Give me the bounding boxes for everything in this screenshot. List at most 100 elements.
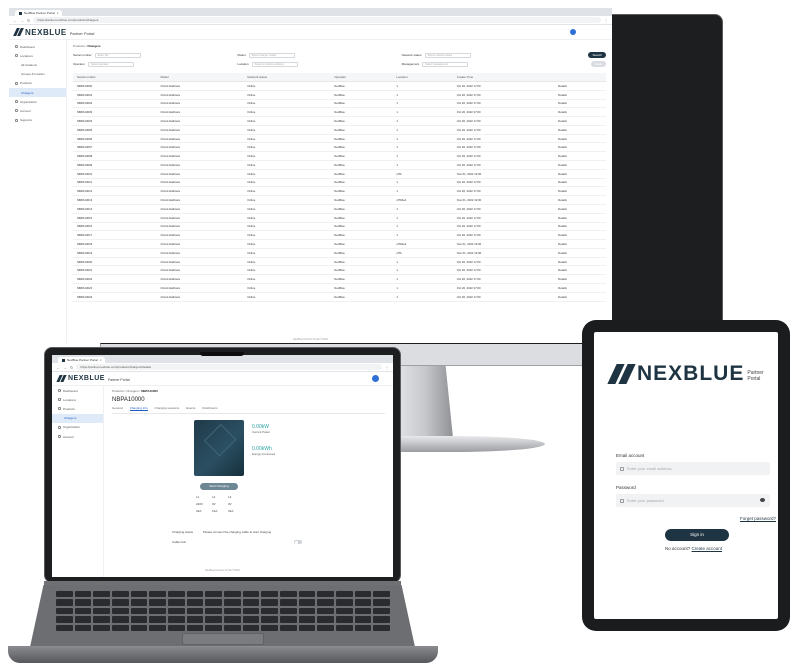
- details-link[interactable]: Details: [554, 222, 606, 232]
- keyboard-key: [298, 624, 316, 631]
- phase-metric: L3: [228, 495, 232, 499]
- breadcrumb: Products / Chargers / NBPA10000: [112, 389, 158, 393]
- sidebar-item-locations[interactable]: Locations: [9, 51, 66, 60]
- tab-events[interactable]: Events: [186, 406, 195, 411]
- details-link[interactable]: Details: [554, 213, 606, 223]
- avatar[interactable]: [570, 29, 576, 35]
- table-cell: Online: [243, 257, 331, 267]
- details-link[interactable]: Details: [554, 107, 606, 118]
- tab-charging-info[interactable]: Charging info: [129, 406, 148, 411]
- details-link[interactable]: Details: [554, 204, 606, 214]
- details-link[interactable]: Details: [554, 99, 606, 109]
- close-icon[interactable]: ×: [57, 11, 59, 15]
- cable-lock-toggle[interactable]: [294, 540, 302, 544]
- details-link[interactable]: Details: [554, 178, 606, 188]
- sidebar-item-organization[interactable]: Organization: [9, 97, 66, 106]
- laptop-touchpad: [182, 633, 264, 645]
- menu-icon[interactable]: ⋮: [385, 365, 389, 370]
- table-cell: NBPA10018: [73, 239, 157, 249]
- details-link[interactable]: Details: [554, 283, 606, 293]
- sidebar-item-products[interactable]: Products: [52, 404, 103, 413]
- details-link[interactable]: Details: [554, 274, 606, 284]
- sidebar-item-supports[interactable]: Supports: [9, 116, 66, 125]
- tab-distributors[interactable]: Distributors: [202, 406, 217, 411]
- sidebar-item-label: Groups & location: [21, 72, 45, 77]
- browser-tab[interactable]: NexBlue Partner Portal ×: [15, 10, 63, 16]
- sign-in-button[interactable]: Sign in: [665, 529, 729, 541]
- keyboard-key: [354, 616, 372, 623]
- details-link[interactable]: Details: [554, 239, 606, 249]
- sidebar-item-chargers[interactable]: Chargers: [9, 87, 66, 98]
- table-cell: Circuit Hallmarv: [156, 239, 244, 249]
- sidebar-item-dashboard[interactable]: Dashboard: [52, 386, 103, 395]
- table-cell: Circuit Hallmarv: [156, 265, 244, 276]
- details-link[interactable]: Details: [554, 195, 606, 205]
- details-link[interactable]: Details: [554, 186, 606, 197]
- location-select[interactable]: Select a location address: [251, 61, 298, 67]
- avatar[interactable]: [372, 375, 379, 382]
- details-link[interactable]: Details: [554, 134, 606, 144]
- sidebar-item-all-locations[interactable]: All locations: [9, 60, 66, 69]
- forward-icon[interactable]: →: [63, 365, 67, 370]
- breadcrumb-products[interactable]: Products: [73, 44, 85, 48]
- keyboard-key: [261, 624, 278, 631]
- details-link[interactable]: Details: [554, 257, 606, 267]
- keyboard-key: [279, 624, 297, 631]
- sidebar-item-account[interactable]: Account: [9, 106, 66, 115]
- eye-icon[interactable]: [760, 498, 765, 502]
- forgot-password-link[interactable]: Forget password?: [740, 516, 776, 521]
- start-charging-button[interactable]: Start Charging: [200, 483, 238, 490]
- back-icon[interactable]: ←: [13, 18, 17, 23]
- table-row: NBPA10006 Circuit Hallmarv Online NexBlue 1 O…: [73, 134, 606, 144]
- address-bar: ← → ↻ https://partner.nexblue.com/produc…: [9, 16, 612, 25]
- sidebar-item-groups-location[interactable]: Groups & location: [9, 70, 66, 79]
- sidebar-item-dashboard[interactable]: Dashboard: [9, 42, 66, 51]
- details-link[interactable]: Details: [554, 125, 606, 135]
- tab-general[interactable]: General: [112, 406, 123, 411]
- serial-input[interactable]: Enter SN: [94, 52, 141, 58]
- url-input[interactable]: https://partner.nexblue.com/products/cha…: [76, 364, 382, 370]
- menu-icon[interactable]: ⋮: [604, 18, 608, 23]
- table-cell: sf7b6e4: [392, 239, 453, 249]
- sidebar-item-locations[interactable]: Locations: [52, 395, 103, 404]
- tab-charging-sessions[interactable]: Charging sessions: [155, 406, 180, 411]
- details-link[interactable]: Details: [554, 151, 606, 162]
- details-link[interactable]: Details: [554, 81, 606, 91]
- clear-button[interactable]: Clear: [590, 61, 606, 67]
- details-link[interactable]: Details: [554, 169, 606, 179]
- keyboard-key: [130, 599, 148, 606]
- sidebar-item-chargers[interactable]: Chargers: [52, 413, 103, 423]
- email-field[interactable]: Enter your email address: [616, 462, 770, 475]
- browser-tab[interactable]: NexBlue Partner Portal ×: [58, 357, 106, 363]
- search-button[interactable]: Search: [588, 52, 606, 58]
- details-link[interactable]: Details: [554, 142, 606, 153]
- details-link[interactable]: Details: [554, 265, 606, 276]
- breadcrumb-chargers[interactable]: Chargers: [126, 389, 138, 393]
- details-link[interactable]: Details: [554, 292, 606, 302]
- close-icon[interactable]: ×: [100, 358, 102, 362]
- reload-icon[interactable]: ↻: [70, 365, 73, 370]
- sidebar-item-label: Account: [63, 434, 74, 439]
- management-select[interactable]: Select management: [422, 61, 469, 67]
- breadcrumb-products[interactable]: Products: [112, 389, 124, 393]
- table-cell: Online: [243, 213, 331, 223]
- details-link[interactable]: Details: [554, 90, 606, 100]
- url-input[interactable]: https://partner.nexblue.com/products/cha…: [33, 17, 601, 23]
- operator-select[interactable]: Select operator: [87, 61, 134, 67]
- sidebar-item-account[interactable]: Account: [52, 432, 103, 441]
- forward-icon[interactable]: →: [20, 18, 24, 23]
- details-link[interactable]: Details: [554, 116, 606, 126]
- details-link[interactable]: Details: [554, 230, 606, 241]
- details-link[interactable]: Details: [554, 160, 606, 170]
- sidebar-item-organization[interactable]: Organization: [52, 423, 103, 432]
- create-account-link[interactable]: Create account: [692, 546, 723, 551]
- sidebar-item-products[interactable]: Products: [9, 79, 66, 88]
- network-select[interactable]: Select network status: [424, 52, 471, 58]
- details-link[interactable]: Details: [554, 248, 606, 258]
- model-select[interactable]: Select charger model: [248, 52, 295, 58]
- password-field[interactable]: Enter your password: [616, 494, 770, 507]
- table-cell: sf7b: [392, 248, 453, 258]
- keyboard-key: [186, 599, 204, 606]
- reload-icon[interactable]: ↻: [27, 18, 30, 23]
- back-icon[interactable]: ←: [56, 365, 60, 370]
